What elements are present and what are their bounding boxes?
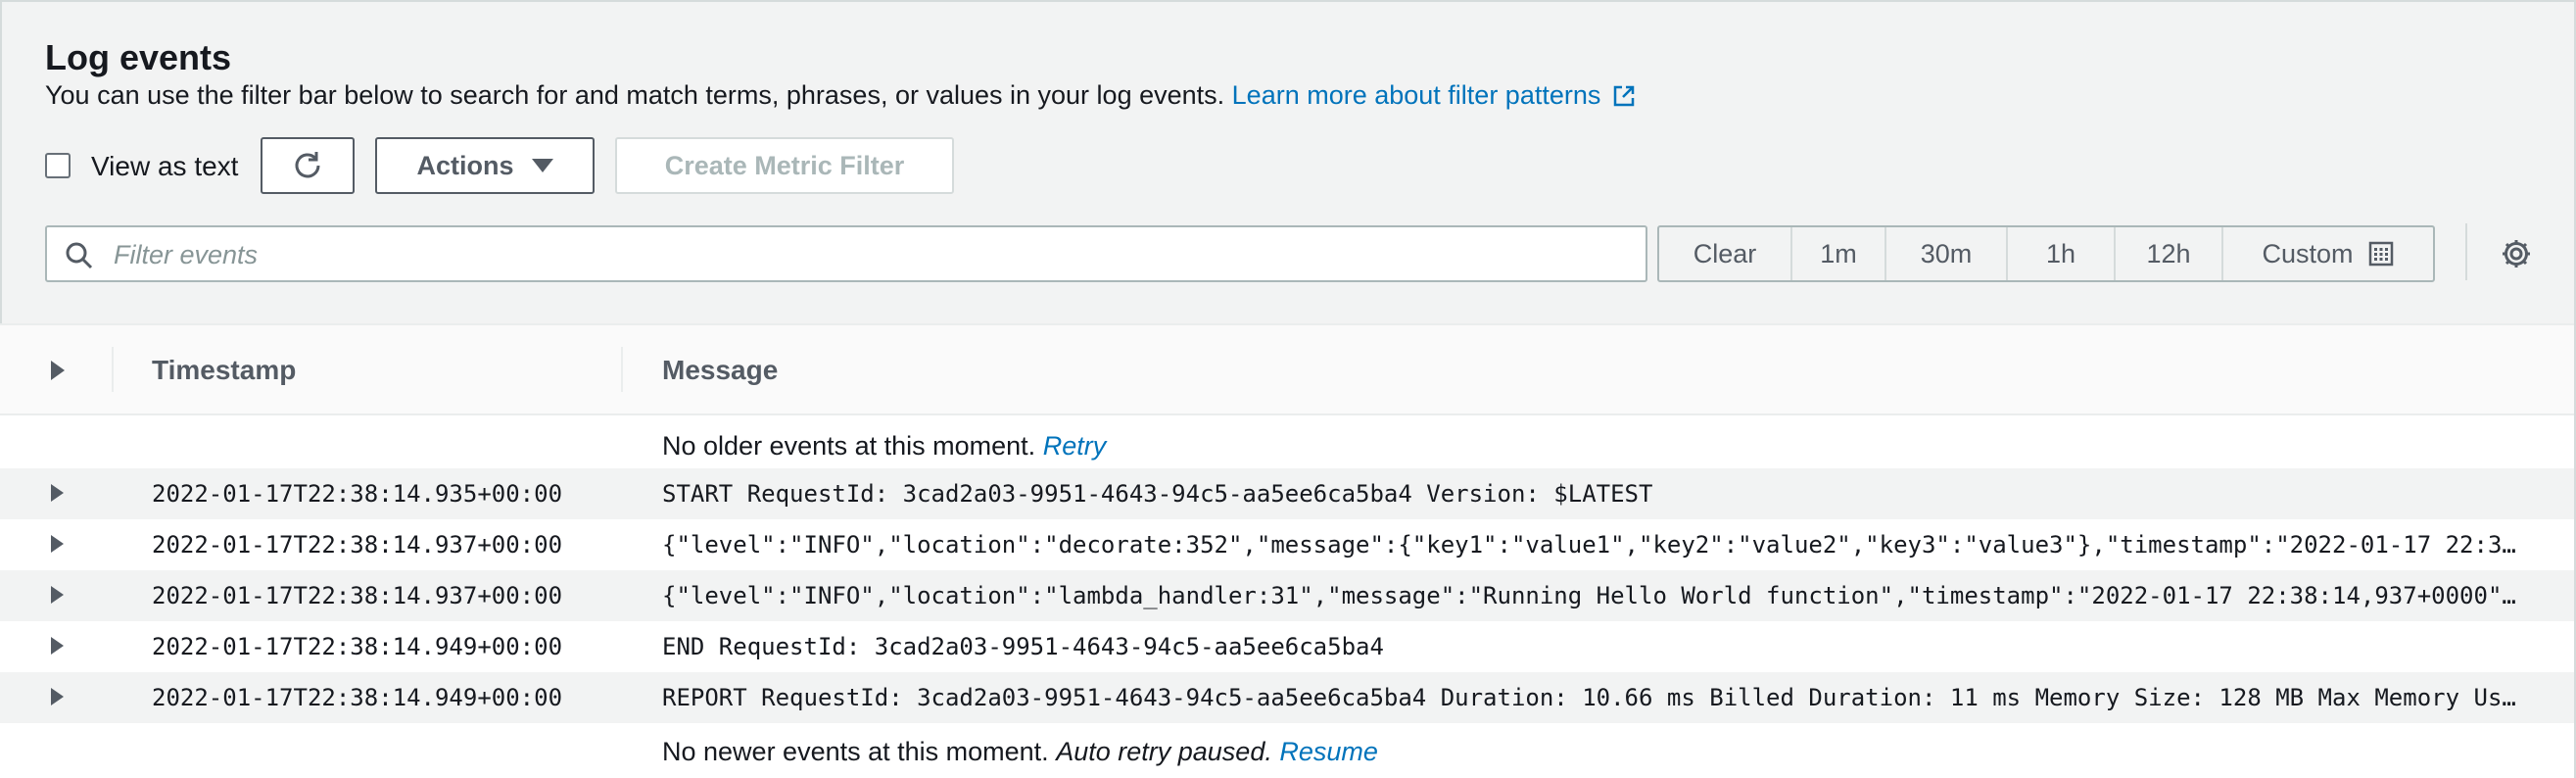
time-range-custom-label: Custom [2262,238,2354,268]
time-range-custom[interactable]: Custom [2223,227,2433,280]
time-range-selector: Clear 1m 30m 1h 12h Custom [1657,225,2435,282]
refresh-button[interactable] [261,137,355,194]
row-message: REPORT RequestId: 3cad2a03-9951-4643-94c… [662,684,2527,711]
filter-events-field[interactable] [45,225,1647,282]
toolbar-divider [2465,223,2467,280]
row-message: {"level":"INFO","location":"decorate:352… [662,531,2527,559]
expand-row-caret-icon[interactable] [51,688,64,705]
gear-icon[interactable] [2500,237,2533,270]
row-message: {"level":"INFO","location":"lambda_handl… [662,582,2527,609]
time-range-30m-label: 30m [1920,238,1973,268]
time-range-12h-label: 12h [2146,238,2191,268]
learn-more-link[interactable]: Learn more about filter patterns [1232,80,1637,110]
actions-dropdown-button[interactable]: Actions [375,137,595,194]
row-message: END RequestId: 3cad2a03-9951-4643-94c5-a… [662,633,1384,660]
table-row[interactable]: 2022-01-17T22:38:14.937+00:00 {"level":"… [0,519,2576,570]
time-range-1h-label: 1h [2045,238,2076,268]
expand-row-caret-icon[interactable] [51,586,64,604]
row-timestamp: 2022-01-17T22:38:14.937+00:00 [152,582,563,609]
table-header: Timestamp Message [0,323,2576,415]
external-link-icon [1614,85,1635,107]
table-row[interactable]: 2022-01-17T22:38:14.937+00:00 {"level":"… [0,570,2576,621]
time-range-1m[interactable]: 1m [1792,227,1886,280]
resume-link[interactable]: Resume [1279,737,1378,766]
time-range-1m-label: 1m [1820,238,1857,268]
panel-title: Log events [45,37,232,77]
time-range-1h[interactable]: 1h [2008,227,2116,280]
actions-label: Actions [416,150,514,180]
auto-retry-paused-text: Auto retry paused. [1056,737,1272,766]
column-separator [621,347,623,392]
table-row[interactable]: 2022-01-17T22:38:14.949+00:00 END Reques… [0,621,2576,672]
no-older-events-notice: No older events at this moment. Retry [662,431,1106,462]
retry-link[interactable]: Retry [1043,431,1107,461]
column-header-timestamp[interactable]: Timestamp [152,355,296,386]
column-header-message[interactable]: Message [662,355,778,386]
row-timestamp: 2022-01-17T22:38:14.937+00:00 [152,531,563,559]
no-newer-events-notice: No newer events at this moment. Auto ret… [662,737,1378,767]
description-text: You can use the filter bar below to sear… [45,80,1225,110]
column-separator [112,347,114,392]
row-timestamp: 2022-01-17T22:38:14.949+00:00 [152,684,563,711]
calendar-icon [2368,241,2393,267]
time-range-12h[interactable]: 12h [2116,227,2223,280]
time-range-clear[interactable]: Clear [1659,227,1792,280]
expand-all-caret-icon[interactable] [51,361,65,380]
expand-row-caret-icon[interactable] [51,535,64,553]
refresh-icon [295,152,320,178]
table-row[interactable]: 2022-01-17T22:38:14.949+00:00 REPORT Req… [0,672,2576,723]
learn-more-link-label: Learn more about filter patterns [1231,80,1601,110]
panel-description: You can use the filter bar below to sear… [45,80,1636,111]
row-timestamp: 2022-01-17T22:38:14.935+00:00 [152,480,563,508]
caret-down-icon [531,159,553,172]
view-as-text-checkbox[interactable] [45,153,71,178]
create-metric-filter-button[interactable]: Create Metric Filter [615,137,954,194]
filter-events-input[interactable] [112,233,1624,276]
expand-row-caret-icon[interactable] [51,484,64,502]
expand-row-caret-icon[interactable] [51,637,64,655]
no-newer-events-text: No newer events at this moment. [662,737,1049,766]
view-as-text-label: View as text [91,151,239,181]
time-range-clear-label: Clear [1693,238,1757,268]
table-row[interactable]: 2022-01-17T22:38:14.935+00:00 START Requ… [0,468,2576,519]
search-icon [66,242,93,269]
row-timestamp: 2022-01-17T22:38:14.949+00:00 [152,633,563,660]
time-range-30m[interactable]: 30m [1886,227,2008,280]
no-older-events-text: No older events at this moment. [662,431,1036,461]
row-message: START RequestId: 3cad2a03-9951-4643-94c5… [662,480,1653,508]
